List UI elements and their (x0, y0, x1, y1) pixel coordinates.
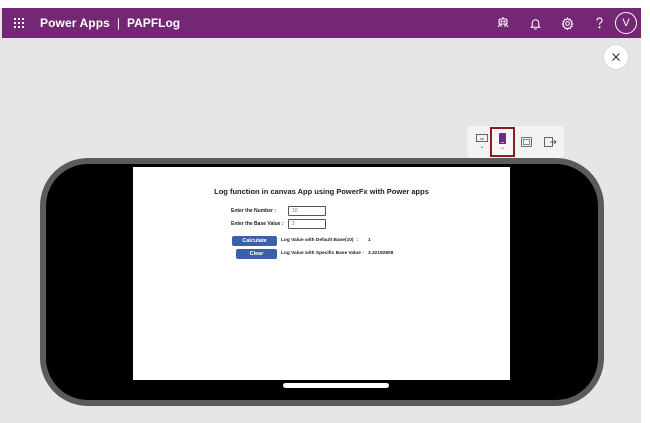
specific-base-result-value: 3.32192809 (368, 251, 394, 256)
tablet-view-button[interactable] (514, 126, 538, 158)
window-right-edge (641, 0, 650, 423)
help-icon[interactable] (583, 8, 615, 38)
chevron-down-icon: ⌄ (499, 145, 506, 151)
app-title: PAPFLog (127, 16, 181, 30)
phone-icon (499, 133, 506, 144)
base-input[interactable]: 2 (288, 219, 326, 229)
window-top-edge (0, 0, 650, 8)
specific-base-result-label: Log Value with Specific Base Value : (281, 251, 364, 256)
phone-view-button[interactable]: ⌄ (490, 127, 515, 157)
tablet-icon (520, 137, 532, 147)
number-input[interactable]: 10 (288, 206, 326, 216)
device-size-toolbar: ⌄ ⌄ (467, 126, 564, 158)
base-label: Enter the Base Value : (231, 221, 284, 227)
close-preview-button[interactable] (604, 45, 628, 69)
phone-home-indicator (283, 383, 389, 388)
settings-gear-icon[interactable] (551, 8, 583, 38)
desktop-icon (476, 134, 488, 142)
number-label: Enter the Number : (231, 208, 277, 214)
clear-button[interactable]: Clear (236, 249, 277, 259)
close-icon (612, 53, 620, 61)
pop-out-icon (543, 137, 557, 147)
default-base-result-separator: : (357, 238, 359, 243)
default-base-result-value: 1 (368, 238, 371, 243)
app-header: Power Apps | PAPFLog V (2, 8, 641, 38)
header-separator: | (116, 16, 121, 30)
user-avatar[interactable]: V (615, 12, 637, 34)
pop-out-button[interactable] (538, 126, 562, 158)
notifications-bell-icon[interactable] (519, 8, 551, 38)
canvas-app-screen: Log function in canvas App using PowerFx… (133, 167, 510, 380)
app-launcher-icon[interactable] (4, 8, 34, 38)
copilot-icon[interactable] (487, 8, 519, 38)
calculate-button[interactable]: Calculate (232, 236, 277, 246)
chevron-down-icon: ⌄ (479, 144, 485, 150)
canvas-title: Log function in canvas App using PowerFx… (214, 187, 429, 196)
default-base-result-label: Log Value with Default Base(10) (281, 238, 354, 243)
app-name[interactable]: Power Apps (40, 16, 110, 30)
